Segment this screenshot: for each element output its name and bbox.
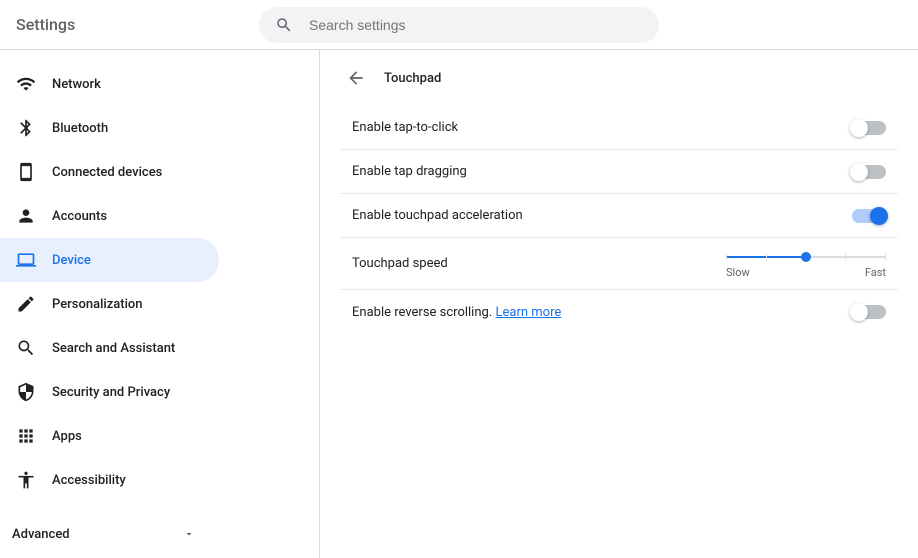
search-icon	[16, 338, 36, 358]
sidebar-item-label: Security and Privacy	[52, 385, 170, 400]
page-title: Touchpad	[384, 71, 441, 86]
main-content: Touchpad Enable tap-to-click Enable tap …	[320, 50, 918, 558]
sidebar-item-accounts[interactable]: Accounts	[0, 194, 219, 238]
apps-icon	[16, 426, 36, 446]
speed-slider[interactable]	[726, 256, 886, 258]
sidebar-item-label: Apps	[52, 429, 82, 444]
setting-label: Enable tap dragging	[352, 164, 467, 179]
sidebar-item-label: Personalization	[52, 297, 143, 312]
search-icon	[275, 16, 293, 34]
phone-icon	[16, 162, 36, 182]
bluetooth-icon	[16, 118, 36, 138]
sidebar-item-connected-devices[interactable]: Connected devices	[0, 150, 219, 194]
sidebar-item-search-assistant[interactable]: Search and Assistant	[0, 326, 219, 370]
setting-tap-dragging: Enable tap dragging	[340, 150, 898, 194]
setting-label: Touchpad speed	[352, 256, 448, 271]
page-header: Touchpad	[340, 50, 898, 106]
sidebar-item-device[interactable]: Device	[0, 238, 219, 282]
search-input[interactable]	[309, 17, 643, 33]
reverse-toggle[interactable]	[852, 305, 886, 319]
arrow-back-icon	[346, 68, 366, 88]
chevron-down-icon	[183, 528, 195, 540]
advanced-toggle[interactable]: Advanced	[0, 510, 219, 558]
sidebar-item-label: Connected devices	[52, 165, 162, 180]
slider-max-label: Fast	[865, 266, 886, 279]
setting-label: Enable touchpad acceleration	[352, 208, 523, 223]
learn-more-link[interactable]: Learn more	[495, 305, 561, 320]
sidebar-item-label: Accessibility	[52, 473, 126, 488]
sidebar-item-apps[interactable]: Apps	[0, 414, 219, 458]
tap-dragging-toggle[interactable]	[852, 165, 886, 179]
advanced-label: Advanced	[12, 527, 70, 542]
edit-icon	[16, 294, 36, 314]
setting-acceleration: Enable touchpad acceleration	[340, 194, 898, 238]
sidebar-item-personalization[interactable]: Personalization	[0, 282, 219, 326]
person-icon	[16, 206, 36, 226]
sidebar-item-label: Search and Assistant	[52, 341, 175, 356]
sidebar-item-label: Network	[52, 77, 101, 92]
sidebar-item-network[interactable]: Network	[0, 62, 219, 106]
header: Settings	[0, 0, 918, 50]
sidebar-item-label: Bluetooth	[52, 121, 108, 136]
acceleration-toggle[interactable]	[852, 209, 886, 223]
speed-slider-thumb[interactable]	[801, 252, 811, 262]
sidebar-item-bluetooth[interactable]: Bluetooth	[0, 106, 219, 150]
setting-speed: Touchpad speed Slow Fast	[340, 238, 898, 290]
sidebar-item-label: Device	[52, 253, 91, 268]
setting-label: Enable reverse scrolling. Learn more	[352, 305, 561, 320]
shield-icon	[16, 382, 36, 402]
search-box[interactable]	[259, 7, 659, 43]
accessibility-icon	[16, 470, 36, 490]
sidebar-item-security[interactable]: Security and Privacy	[0, 370, 219, 414]
wifi-icon	[16, 74, 36, 94]
slider-min-label: Slow	[726, 266, 750, 279]
tap-to-click-toggle[interactable]	[852, 121, 886, 135]
sidebar-item-label: Accounts	[52, 209, 107, 224]
laptop-icon	[16, 250, 36, 270]
sidebar: Network Bluetooth Connected devices Acco…	[0, 50, 320, 558]
app-title: Settings	[16, 15, 75, 34]
back-button[interactable]	[340, 62, 372, 94]
setting-tap-to-click: Enable tap-to-click	[340, 106, 898, 150]
setting-reverse: Enable reverse scrolling. Learn more	[340, 290, 898, 334]
setting-label: Enable tap-to-click	[352, 120, 458, 135]
sidebar-item-accessibility[interactable]: Accessibility	[0, 458, 219, 502]
